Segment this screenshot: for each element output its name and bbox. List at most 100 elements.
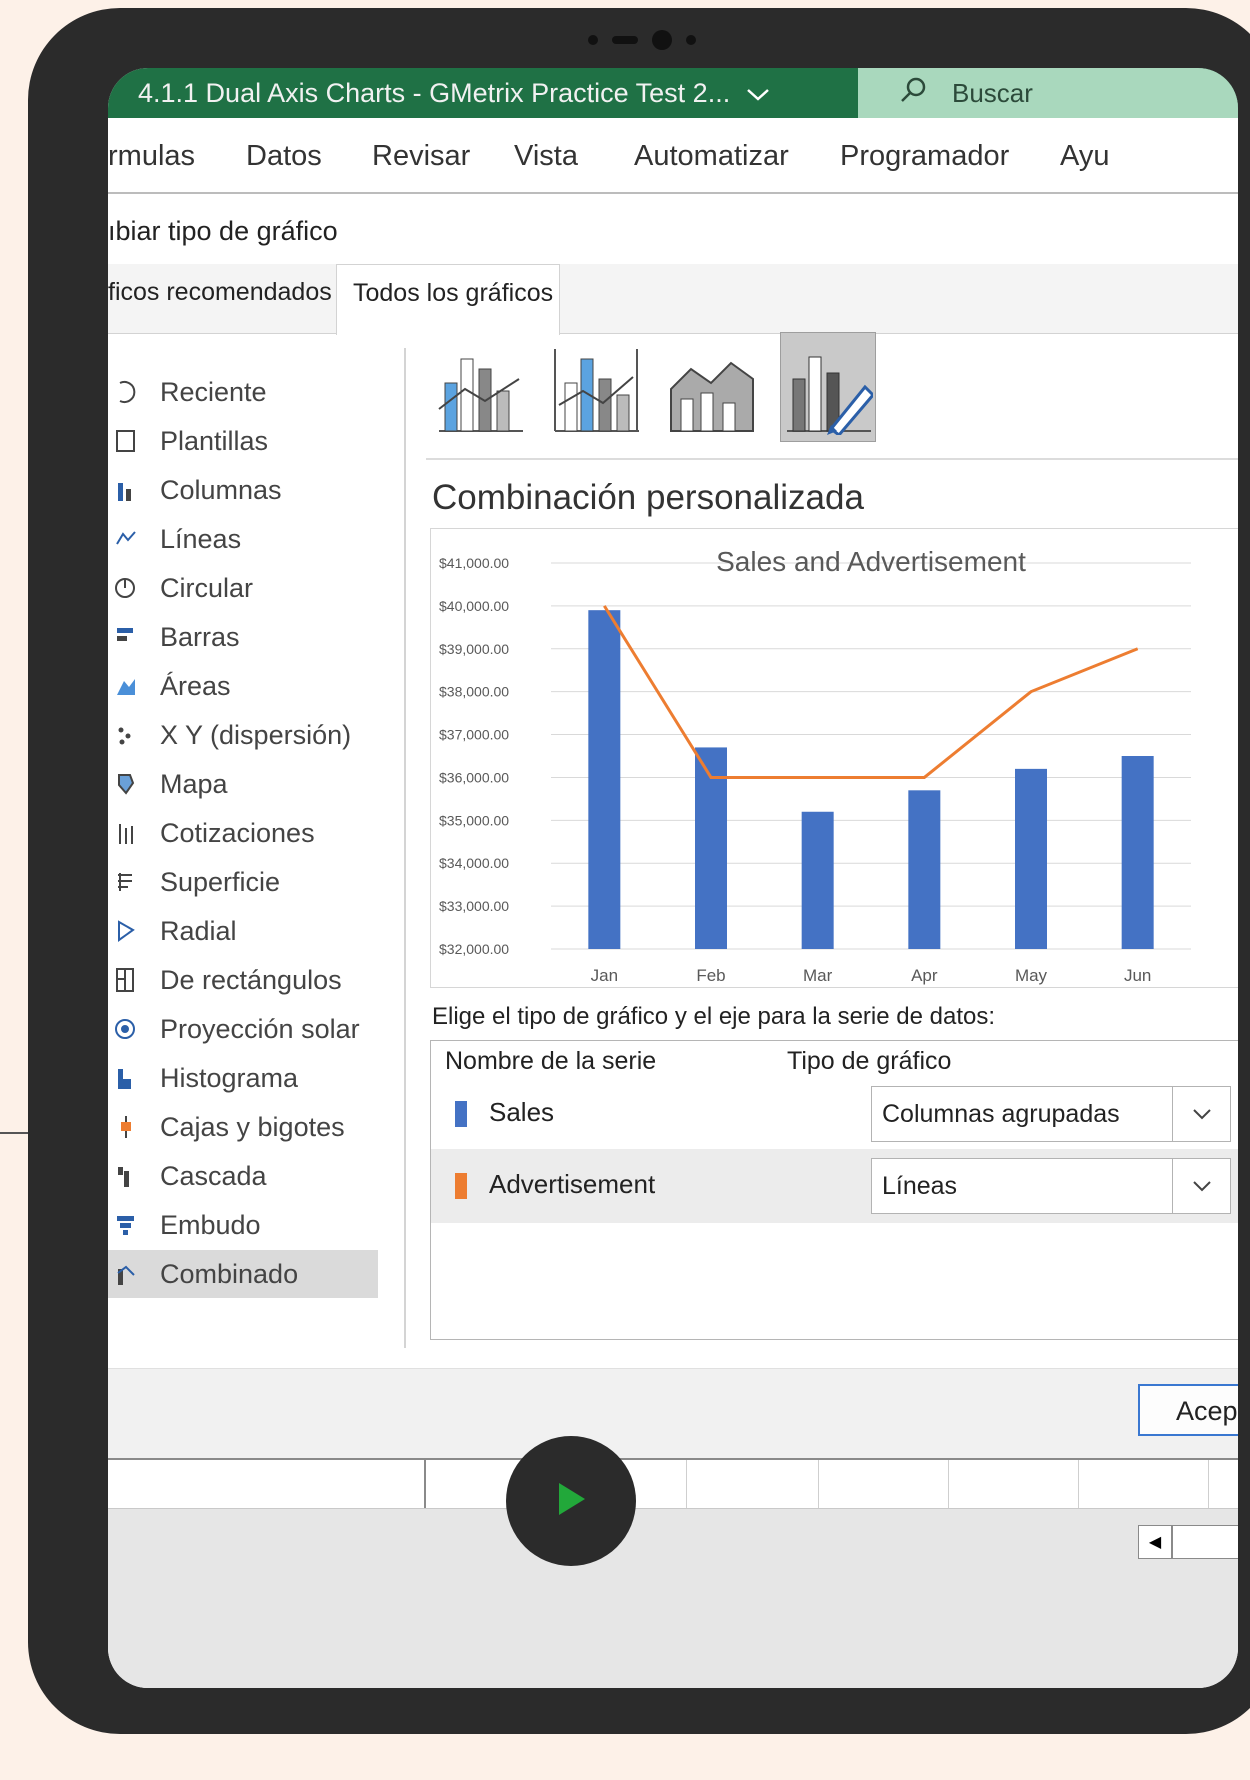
histogram-icon [112,1062,140,1094]
chevron-down-icon[interactable] [1172,1087,1230,1141]
y-tick-label: $37,000.00 [439,727,509,743]
radar-chart-icon [112,915,140,947]
category-recent[interactable]: Reciente [108,368,378,416]
y-tick-label: $35,000.00 [439,812,509,828]
combo-chart-icon [112,1258,140,1290]
y-tick-label: $40,000.00 [439,598,509,614]
category-sunburst[interactable]: Proyección solar [108,1005,378,1053]
category-columns[interactable]: Columnas [108,466,378,514]
treemap-icon [112,964,140,996]
y-tick-label: $39,000.00 [439,641,509,657]
x-tick-label: Apr [911,966,938,985]
tab-vista[interactable]: Vista [514,140,578,173]
tab-automatizar[interactable]: Automatizar [634,140,789,173]
bar-jun [1121,756,1154,949]
category-scatter[interactable]: X Y (dispersión) [108,711,378,759]
series-table: Nombre de la serie Tipo de gráfico Sales… [430,1040,1238,1340]
category-waterfall[interactable]: Cascada [108,1152,378,1200]
sunburst-icon [112,1013,140,1045]
funnel-icon [112,1209,140,1241]
dialog-tabs: ficos recomendados Todos los gráficos [108,264,1238,335]
category-histogram[interactable]: Histograma [108,1054,378,1102]
tab-revisar[interactable]: Revisar [372,140,470,173]
scroll-left-button[interactable]: ◀ [1138,1525,1172,1559]
category-lines[interactable]: Líneas [108,515,378,563]
chart-svg: $32,000.00 $33,000.00 $34,000.00 $35,000.00… [439,546,1191,985]
combo-column-line-secondary-axis-icon[interactable] [548,332,644,442]
waterfall-icon [112,1160,140,1192]
window-title[interactable]: 4.1.1 Dual Axis Charts - GMetrix Practic… [138,78,770,109]
bar-may [1015,768,1047,949]
play-button[interactable] [506,1436,636,1566]
area-chart-icon [112,670,140,702]
category-surface[interactable]: Superficie [108,858,378,906]
ok-button[interactable]: Acep [1138,1384,1238,1436]
series-row-advertisement[interactable]: Advertisement Líneas [431,1149,1238,1223]
combo-area-column-icon[interactable] [664,332,760,442]
chart-title: Sales and Advertisement [716,546,1026,577]
pie-chart-icon [112,572,140,604]
category-map[interactable]: Mapa [108,760,378,808]
combo-subtype-gallery [432,332,876,442]
tab-programador[interactable]: Programador [840,140,1009,173]
category-treemap[interactable]: De rectángulos [108,956,378,1004]
chart-type-select-sales[interactable]: Columnas agrupadas [871,1086,1231,1142]
y-tick-label: $34,000.00 [439,855,509,871]
column-chart-icon [112,474,140,506]
screen: 4.1.1 Dual Axis Charts - GMetrix Practic… [108,68,1238,1688]
dialog-footer [108,1368,1238,1458]
series-color-swatch [455,1101,467,1127]
vertical-divider [404,348,406,1348]
search-placeholder: Buscar [952,77,1033,108]
tab-all-charts[interactable]: Todos los gráficos [336,264,560,335]
horizontal-divider [426,458,1238,460]
scatter-chart-icon [112,719,140,751]
chevron-down-icon[interactable] [1172,1159,1230,1213]
y-tick-label: $36,000.00 [439,769,509,785]
bar-chart-icon [112,621,140,653]
chart-type-select-advertisement[interactable]: Líneas [871,1158,1231,1214]
horizontal-scrollbar[interactable] [1172,1525,1238,1559]
category-templates[interactable]: Plantillas [108,417,378,465]
line-chart-icon [112,523,140,555]
combo-clustered-column-line-icon[interactable] [432,332,528,442]
bar-jan [588,610,621,949]
folder-icon [112,425,140,457]
combo-subtype-title: Combinación personalizada [432,478,864,517]
category-radar[interactable]: Radial [108,907,378,955]
camera-dots [588,30,696,50]
bar-mar [801,811,834,949]
series-name: Advertisement [489,1169,656,1199]
category-funnel[interactable]: Embudo [108,1201,378,1249]
x-tick-label: Mar [803,966,833,985]
series-name-header: Nombre de la serie [445,1047,657,1075]
y-tick-label: $38,000.00 [439,684,509,700]
ribbon-tabs: rmulas Datos Revisar Vista Automatizar P… [108,118,1238,194]
category-areas[interactable]: Áreas [108,662,378,710]
category-stock[interactable]: Cotizaciones [108,809,378,857]
x-tick-label: Jan [591,966,618,985]
category-bars[interactable]: Barras [108,613,378,661]
series-name: Sales [489,1097,555,1127]
series-row-sales[interactable]: Sales Columnas agrupadas [431,1077,1238,1151]
bar-apr [908,790,941,949]
tab-ayuda[interactable]: Ayu [1060,140,1109,173]
category-pie[interactable]: Circular [108,564,378,612]
tab-recommended-charts[interactable]: ficos recomendados [108,278,332,307]
category-box-whisker[interactable]: Cajas y bigotes [108,1103,378,1151]
category-combo[interactable]: Combinado [108,1250,378,1298]
triangle-left-icon: ◀ [1148,1534,1162,1551]
x-tick-label: May [1015,966,1048,985]
dialog-title: ıbiar tipo de gráfico [108,216,338,246]
tab-formulas[interactable]: rmulas [108,140,195,173]
y-tick-label: $41,000.00 [439,555,509,571]
stock-chart-icon [112,817,140,849]
worksheet-grid [108,1458,1238,1508]
tab-datos[interactable]: Datos [246,140,322,173]
combo-custom-icon[interactable] [780,332,876,442]
search-icon [898,75,928,112]
search-box[interactable]: Buscar [858,68,1238,118]
series-instructions: Elige el tipo de gráfico y el eje para l… [432,1003,996,1030]
chevron-down-icon[interactable] [746,78,770,108]
recent-icon [112,376,140,408]
